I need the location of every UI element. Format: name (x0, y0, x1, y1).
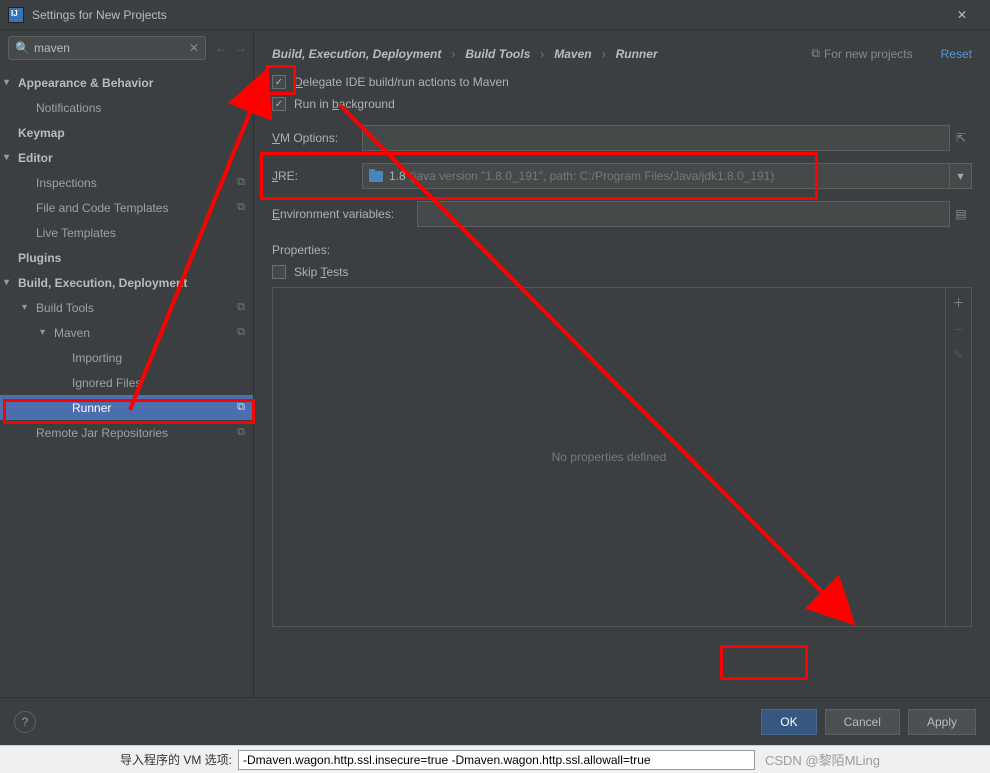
tree-live-templates[interactable]: Live Templates (0, 220, 253, 245)
copy-icon: ⧉ (237, 426, 245, 439)
properties-section: Properties: Skip Tests No properties def… (272, 243, 972, 627)
help-button[interactable]: ? (14, 711, 36, 733)
runinbg-row: ✓ Run in background (272, 97, 972, 111)
content-panel: Build, Execution, Deployment › Build Too… (254, 30, 990, 697)
watermark: CSDN @黎陌MLing (765, 750, 880, 769)
runinbg-checkbox[interactable]: ✓ (272, 97, 286, 111)
delegate-label: Delegate IDE build/run actions to Maven (294, 75, 509, 89)
sidebar: 🔍 ✕ ← → ▾Appearance & Behavior Notificat… (0, 30, 254, 697)
tree-build-tools[interactable]: ▾Build Tools⧉ (0, 295, 253, 320)
app-icon (8, 7, 24, 23)
crumb-buildtools[interactable]: Build Tools (465, 47, 530, 61)
delegate-checkbox[interactable]: ✓ (272, 75, 286, 89)
search-nav: ← → (212, 41, 250, 55)
tree-importing[interactable]: Importing (0, 345, 253, 370)
list-icon[interactable]: ▤ (950, 201, 972, 227)
strip-label: 导入程序的 VM 选项: (120, 751, 232, 768)
chevron-right-icon: › (540, 47, 544, 61)
crumb-bed[interactable]: Build, Execution, Deployment (272, 47, 441, 61)
tree-maven[interactable]: ▾Maven⧉ (0, 320, 253, 345)
jre-dropdown[interactable]: 1.8 (java version "1.8.0_191", path: C:/… (362, 163, 950, 189)
titlebar: Settings for New Projects ✕ (0, 0, 990, 30)
tree-ignored-files[interactable]: Ignored Files (0, 370, 253, 395)
search-icon: 🔍 (15, 41, 30, 55)
tree-bed[interactable]: ▾Build, Execution, Deployment (0, 270, 253, 295)
tree-appearance[interactable]: ▾Appearance & Behavior (0, 70, 253, 95)
breadcrumb: Build, Execution, Deployment › Build Too… (272, 46, 972, 61)
expand-icon[interactable]: ⇱ (950, 125, 972, 151)
strip-input[interactable] (238, 750, 755, 770)
jre-row: JRE: 1.8 (java version "1.8.0_191", path… (272, 163, 972, 189)
properties-empty-text: No properties defined (273, 288, 945, 626)
reset-link[interactable]: Reset (941, 47, 972, 61)
clear-search-icon[interactable]: ✕ (189, 41, 199, 55)
tree-inspections[interactable]: Inspections⧉ (0, 170, 253, 195)
copy-icon: ⧉ (237, 301, 245, 314)
copy-icon: ⧉ (237, 201, 245, 214)
tree-notifications[interactable]: Notifications (0, 95, 253, 120)
tree-runner[interactable]: Runner⧉ (0, 395, 253, 420)
close-icon[interactable]: ✕ (942, 1, 982, 29)
skiptests-label: Skip Tests (294, 265, 348, 279)
jre-value: 1.8 (389, 169, 406, 183)
dropdown-arrow-icon[interactable]: ▾ (950, 163, 972, 189)
chevron-right-icon: › (602, 47, 606, 61)
ok-button[interactable]: OK (761, 709, 816, 735)
external-strip: 导入程序的 VM 选项: CSDN @黎陌MLing (0, 745, 990, 773)
copy-icon: ⧉ (237, 326, 245, 339)
for-new-projects-badge: ⧉For new projects (811, 46, 912, 61)
search-input-wrap[interactable]: 🔍 ✕ (8, 36, 206, 60)
copy-icon: ⧉ (237, 401, 245, 414)
dialog-footer: ? OK Cancel Apply (0, 697, 990, 745)
tree-file-templates[interactable]: File and Code Templates⧉ (0, 195, 253, 220)
vmoptions-label: VM Options: (272, 131, 362, 145)
apply-button[interactable]: Apply (908, 709, 976, 735)
jre-detail: (java version "1.8.0_191", path: C:/Prog… (410, 169, 775, 183)
tree-plugins[interactable]: Plugins (0, 245, 253, 270)
envvars-label: Environment variables: (272, 207, 417, 221)
search-input[interactable] (34, 41, 189, 55)
properties-table: No properties defined ＋ － ✎ (272, 287, 972, 627)
settings-tree: ▾Appearance & Behavior Notifications Key… (0, 66, 253, 697)
tree-editor[interactable]: ▾Editor (0, 145, 253, 170)
tree-remote-jar[interactable]: Remote Jar Repositories⧉ (0, 420, 253, 445)
nav-fwd-icon[interactable]: → (232, 41, 250, 55)
envvars-input[interactable] (417, 201, 950, 227)
copy-icon: ⧉ (237, 176, 245, 189)
edit-icon[interactable]: ✎ (953, 348, 963, 362)
vmoptions-row: VM Options: ⇱ (272, 125, 972, 151)
delegate-row: ✓ Delegate IDE build/run actions to Mave… (272, 75, 972, 89)
runinbg-label: Run in background (294, 97, 395, 111)
properties-title: Properties: (272, 243, 972, 257)
folder-icon (369, 171, 383, 182)
copy-icon: ⧉ (811, 46, 820, 61)
jre-label: JRE: (272, 169, 362, 183)
window-title: Settings for New Projects (32, 8, 942, 22)
add-icon[interactable]: ＋ (952, 294, 964, 311)
chevron-right-icon: › (451, 47, 455, 61)
vmoptions-input[interactable] (362, 125, 950, 151)
crumb-maven[interactable]: Maven (554, 47, 591, 61)
remove-icon[interactable]: － (952, 321, 964, 338)
skiptests-checkbox[interactable] (272, 265, 286, 279)
crumb-runner: Runner (616, 47, 658, 61)
nav-back-icon[interactable]: ← (212, 41, 230, 55)
tree-keymap[interactable]: Keymap (0, 120, 253, 145)
envvars-row: Environment variables: ▤ (272, 201, 972, 227)
cancel-button[interactable]: Cancel (825, 709, 900, 735)
